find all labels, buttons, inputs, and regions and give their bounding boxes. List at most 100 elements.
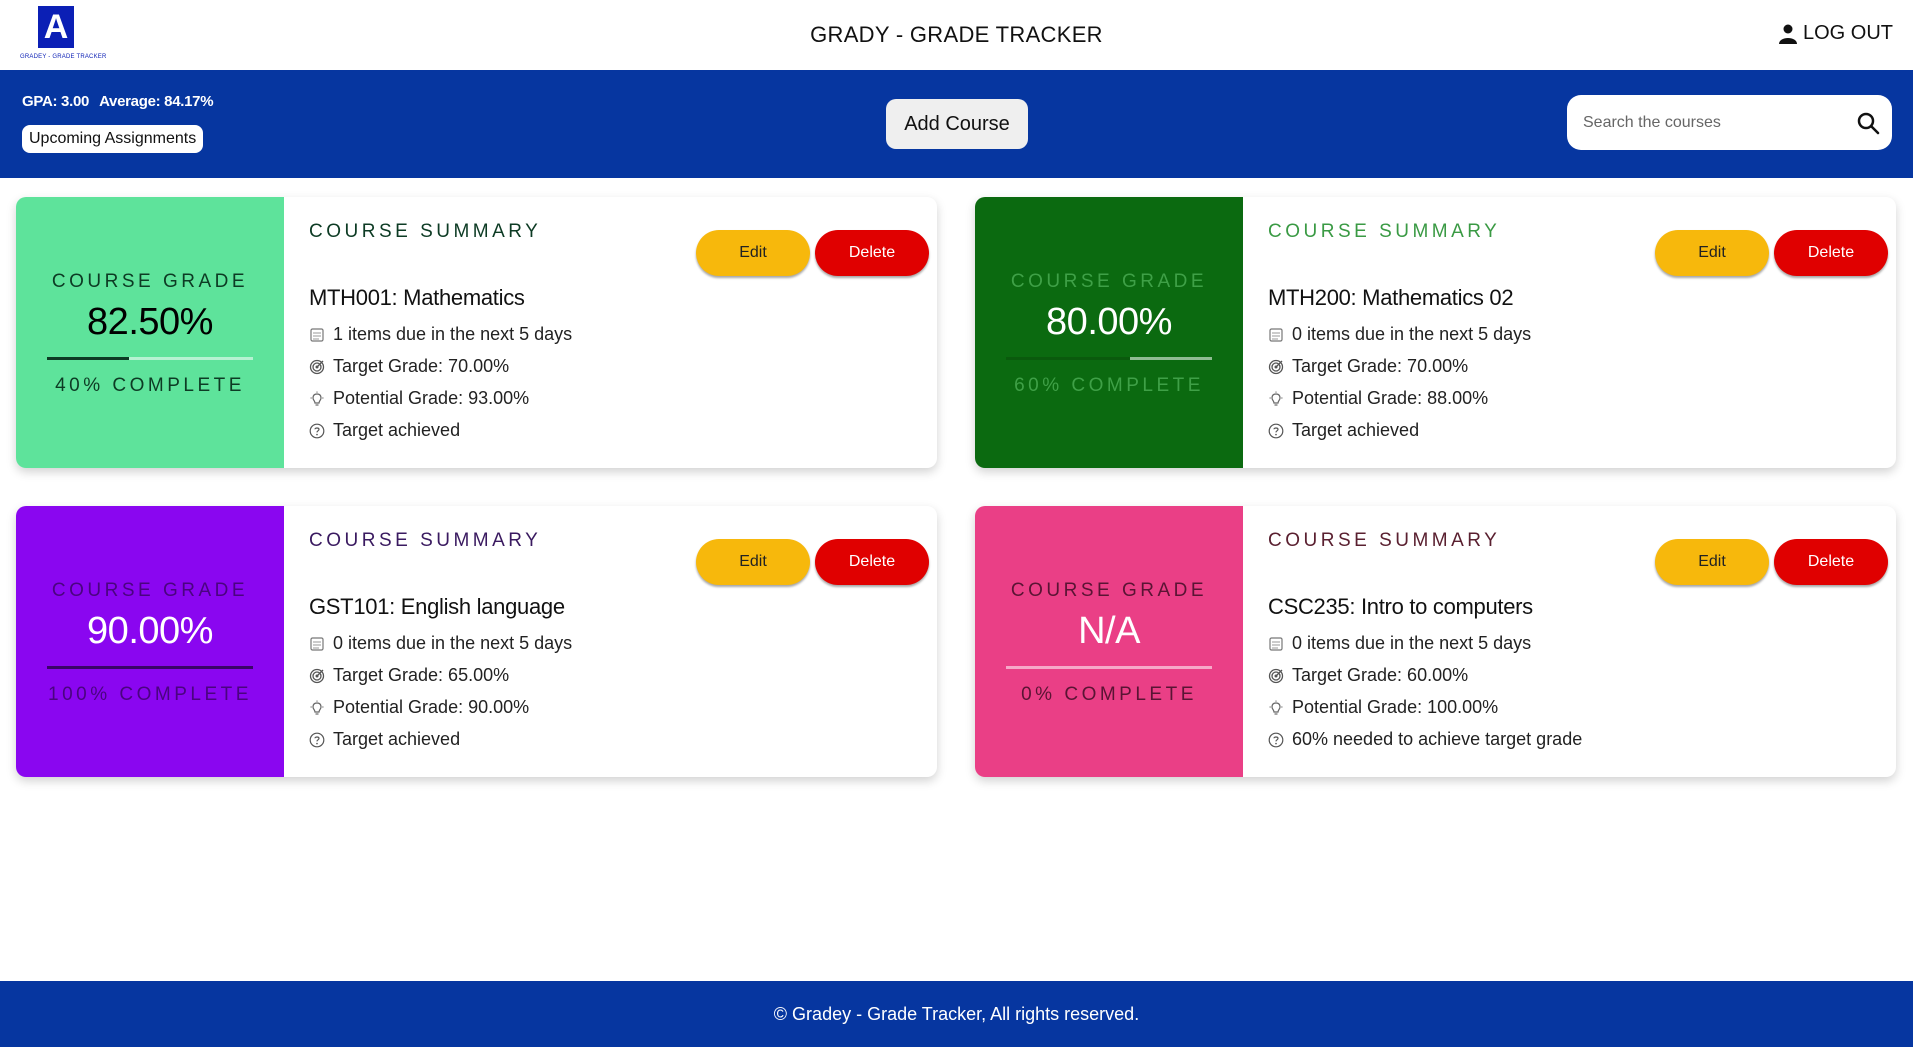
calendar-icon — [1269, 327, 1283, 342]
potential-grade-text: Potential Grade: 100.00% — [1292, 697, 1499, 717]
search-box — [1567, 95, 1892, 150]
calendar-icon — [1269, 636, 1283, 651]
completion-progress-bar — [1006, 666, 1212, 669]
app-title: GRADY - GRADE TRACKER — [810, 22, 1103, 47]
items-due-line: 0 items due in the next 5 days — [309, 633, 572, 654]
items-due-text: 0 items due in the next 5 days — [333, 633, 573, 653]
logout-label: LOG OUT — [1802, 22, 1893, 44]
add-course-button[interactable]: Add Course — [886, 99, 1028, 149]
completion-progress-fill — [47, 357, 130, 360]
grade-panel: COURSE GRADE 90.00% 100% COMPLETE — [16, 506, 284, 777]
target-status-line: Target achieved — [1268, 420, 1419, 441]
top-bar: A GRADEY - GRADE TRACKER GRADY - GRADE T… — [0, 0, 1913, 70]
target-icon — [309, 359, 325, 374]
course-grade-label: COURSE GRADE — [51, 271, 249, 292]
course-name: GST101: English language — [309, 594, 565, 619]
target-grade-line: Target Grade: 65.00% — [309, 665, 509, 686]
lightbulb-icon — [310, 391, 324, 406]
edit-course-button[interactable]: Edit — [1655, 539, 1769, 585]
grade-panel: COURSE GRADE N/A 0% COMPLETE — [975, 506, 1243, 777]
course-card: COURSE GRADE 82.50% 40% COMPLETE COURSE … — [16, 197, 937, 468]
target-status-text: Target achieved — [333, 420, 461, 440]
target-icon — [1268, 359, 1284, 374]
completion-label: 0% COMPLETE — [1021, 684, 1197, 705]
target-icon — [1268, 668, 1284, 683]
grade-panel: COURSE GRADE 82.50% 40% COMPLETE — [16, 197, 284, 468]
potential-grade-line: Potential Grade: 88.00% — [1268, 388, 1488, 409]
items-due-line: 0 items due in the next 5 days — [1268, 633, 1531, 654]
completion-progress-fill — [47, 666, 253, 669]
completion-label: 100% COMPLETE — [48, 684, 252, 705]
delete-course-button[interactable]: Delete — [1774, 539, 1888, 585]
course-summary-title: COURSE SUMMARY — [1268, 530, 1501, 551]
course-summary-title: COURSE SUMMARY — [309, 221, 542, 242]
question-circle-icon — [309, 732, 325, 747]
target-icon — [309, 668, 325, 683]
question-circle-icon — [1268, 732, 1284, 747]
completion-progress-fill — [1006, 357, 1130, 360]
potential-grade-text: Potential Grade: 93.00% — [333, 388, 530, 408]
search-icon[interactable] — [1856, 111, 1880, 135]
items-due-text: 0 items due in the next 5 days — [1292, 633, 1532, 653]
target-grade-text: Target Grade: 65.00% — [333, 665, 510, 685]
course-summary-title: COURSE SUMMARY — [1268, 221, 1501, 242]
delete-course-button[interactable]: Delete — [815, 230, 929, 276]
course-card: COURSE GRADE 80.00% 60% COMPLETE COURSE … — [975, 197, 1896, 468]
lightbulb-icon — [310, 700, 324, 715]
course-name: MTH001: Mathematics — [309, 285, 525, 310]
footer: © Gradey - Grade Tracker, All rights res… — [0, 981, 1913, 1047]
completion-label: 40% COMPLETE — [55, 375, 245, 396]
completion-progress-bar — [47, 666, 253, 669]
target-grade-text: Target Grade: 70.00% — [1292, 356, 1469, 376]
completion-progress-bar — [47, 357, 253, 360]
edit-course-button[interactable]: Edit — [696, 539, 810, 585]
logo-caption: GRADEY - GRADE TRACKER — [20, 54, 107, 60]
potential-grade-line: Potential Grade: 100.00% — [1268, 697, 1498, 718]
gpa-stats: GPA: 3.00 Average: 84.17% — [22, 93, 214, 110]
delete-course-button[interactable]: Delete — [1774, 230, 1888, 276]
toolbar: GPA: 3.00 Average: 84.17% Upcoming Assign… — [0, 70, 1913, 178]
target-grade-line: Target Grade: 70.00% — [1268, 356, 1468, 377]
gpa-value: GPA: 3.00 — [22, 93, 90, 110]
target-status-text: Target achieved — [1292, 420, 1420, 440]
course-grade-value: 82.50% — [87, 301, 213, 343]
lightbulb-icon — [1269, 700, 1283, 715]
course-summary: COURSE SUMMARY Edit Delete MTH200: Mathe… — [1243, 197, 1896, 468]
course-card: COURSE GRADE N/A 0% COMPLETE COURSE SUMM… — [975, 506, 1896, 777]
course-grade-label: COURSE GRADE — [1010, 580, 1208, 601]
course-card: COURSE GRADE 90.00% 100% COMPLETE COURSE… — [16, 506, 937, 777]
target-status-text: 60% needed to achieve target grade — [1292, 729, 1583, 749]
calendar-icon — [310, 636, 324, 651]
items-due-text: 0 items due in the next 5 days — [1292, 324, 1532, 344]
calendar-icon — [310, 327, 324, 342]
course-summary-title: COURSE SUMMARY — [309, 530, 542, 551]
delete-course-button[interactable]: Delete — [815, 539, 929, 585]
course-grade-label: COURSE GRADE — [1010, 271, 1208, 292]
course-summary: COURSE SUMMARY Edit Delete CSC235: Intro… — [1243, 506, 1896, 777]
edit-course-button[interactable]: Edit — [696, 230, 810, 276]
target-grade-text: Target Grade: 70.00% — [333, 356, 510, 376]
completion-label: 60% COMPLETE — [1014, 375, 1204, 396]
target-status-line: Target achieved — [309, 729, 460, 750]
course-grade-value: N/A — [1078, 610, 1140, 652]
course-grade-value: 80.00% — [1046, 301, 1172, 343]
target-status-line: Target achieved — [309, 420, 460, 441]
question-circle-icon — [309, 423, 325, 438]
course-summary: COURSE SUMMARY Edit Delete GST101: Engli… — [284, 506, 937, 777]
course-grade-label: COURSE GRADE — [51, 580, 249, 601]
target-status-line: 60% needed to achieve target grade — [1268, 729, 1582, 750]
upcoming-assignments-button[interactable]: Upcoming Assignments — [22, 125, 204, 153]
logout-button[interactable]: LOG OUT — [1778, 22, 1893, 45]
target-grade-line: Target Grade: 70.00% — [309, 356, 509, 377]
target-status-text: Target achieved — [333, 729, 461, 749]
edit-course-button[interactable]: Edit — [1655, 230, 1769, 276]
question-circle-icon — [1268, 423, 1284, 438]
search-input[interactable] — [1583, 95, 1843, 150]
grade-panel: COURSE GRADE 80.00% 60% COMPLETE — [975, 197, 1243, 468]
completion-progress-bar — [1006, 357, 1212, 360]
lightbulb-icon — [1269, 391, 1283, 406]
potential-grade-text: Potential Grade: 90.00% — [333, 697, 530, 717]
items-due-line: 1 items due in the next 5 days — [309, 324, 572, 345]
potential-grade-line: Potential Grade: 93.00% — [309, 388, 529, 409]
potential-grade-line: Potential Grade: 90.00% — [309, 697, 529, 718]
